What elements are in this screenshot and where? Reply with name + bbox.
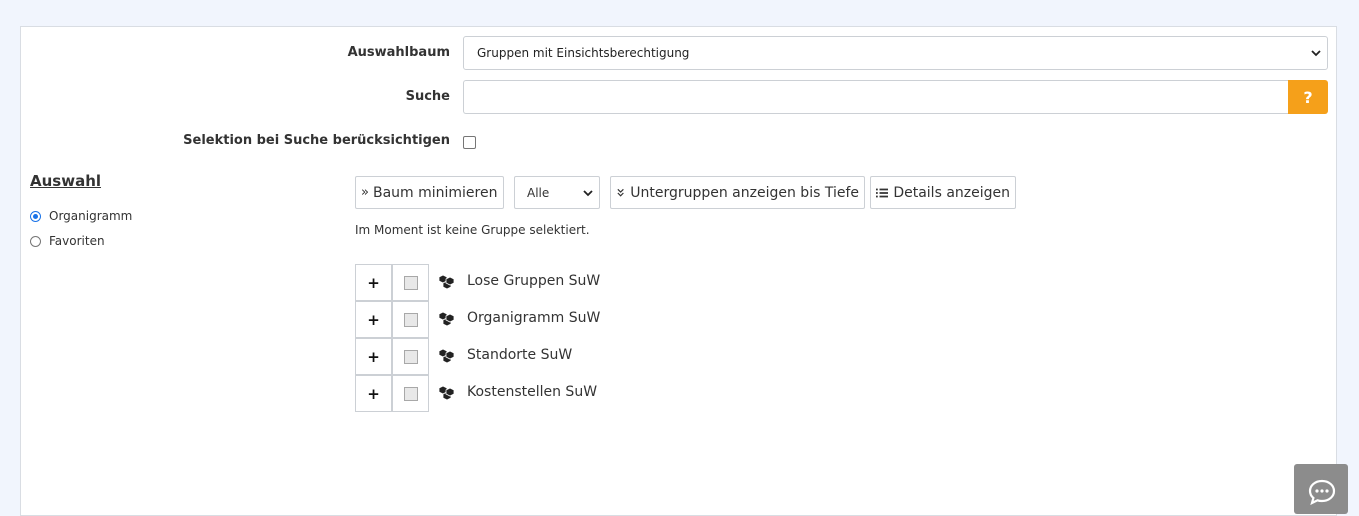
consider-selection-checkbox[interactable] <box>463 136 476 149</box>
tree-item-checkbox[interactable] <box>392 338 429 375</box>
search-label: Suche <box>405 89 450 104</box>
depth-select[interactable]: Alle <box>514 176 600 209</box>
chevron-down-icon <box>583 190 593 197</box>
radio-label: Organigramm <box>49 209 133 223</box>
show-details-button[interactable]: Details anzeigen <box>870 176 1016 209</box>
tree-select-label: Auswahlbaum <box>347 45 450 60</box>
chevron-down-icon <box>1311 50 1321 57</box>
group-icon <box>438 311 455 327</box>
group-icon <box>438 385 455 401</box>
show-subgroups-label: Untergruppen anzeigen bis Tiefe <box>630 184 859 201</box>
help-button[interactable]: ? <box>1288 80 1328 114</box>
radio-favoriten[interactable] <box>30 235 41 247</box>
tree-item-label[interactable]: Kostenstellen SuW <box>467 384 597 400</box>
tree-select-value: Gruppen mit Einsichtsberechtigung <box>477 46 690 60</box>
search-input[interactable] <box>463 80 1289 114</box>
selection-status: Im Moment ist keine Gruppe selektiert. <box>355 223 590 237</box>
depth-select-value: Alle <box>527 185 550 200</box>
tree-item-label[interactable]: Lose Gruppen SuW <box>467 273 600 289</box>
minimize-tree-label: Baum minimieren <box>372 184 498 201</box>
radio-organigramm[interactable] <box>30 210 41 222</box>
tree-select[interactable]: Gruppen mit Einsichtsberechtigung <box>463 36 1328 70</box>
radio-option-favoriten[interactable]: Favoriten <box>30 234 105 248</box>
tree-item-label[interactable]: Organigramm SuW <box>467 310 600 326</box>
chat-bubble-icon <box>1308 479 1336 505</box>
radio-option-organigramm[interactable]: Organigramm <box>30 209 132 223</box>
expand-button[interactable]: + <box>355 375 392 412</box>
group-icon <box>438 348 455 364</box>
expand-button[interactable]: + <box>355 264 392 301</box>
tree-item-checkbox[interactable] <box>392 375 429 412</box>
double-chevron-down-icon <box>617 188 624 197</box>
tree-item-label[interactable]: Standorte SuW <box>467 347 572 363</box>
consider-selection-label: Selektion bei Suche berücksichtigen <box>183 133 450 148</box>
group-icon <box>438 274 455 290</box>
minimize-tree-button[interactable]: » Baum minimieren <box>355 176 504 209</box>
show-subgroups-button[interactable]: Untergruppen anzeigen bis Tiefe <box>610 176 865 209</box>
chat-button[interactable] <box>1294 464 1348 514</box>
expand-button[interactable]: + <box>355 338 392 375</box>
list-icon <box>876 188 889 197</box>
tree-item-checkbox[interactable] <box>392 301 429 338</box>
double-chevron-right-icon: » <box>361 185 369 200</box>
radio-label: Favoriten <box>49 234 105 248</box>
sidebar-title: Auswahl <box>30 172 102 190</box>
expand-button[interactable]: + <box>355 301 392 338</box>
show-details-label: Details anzeigen <box>893 184 1010 201</box>
tree-item-checkbox[interactable] <box>392 264 429 301</box>
